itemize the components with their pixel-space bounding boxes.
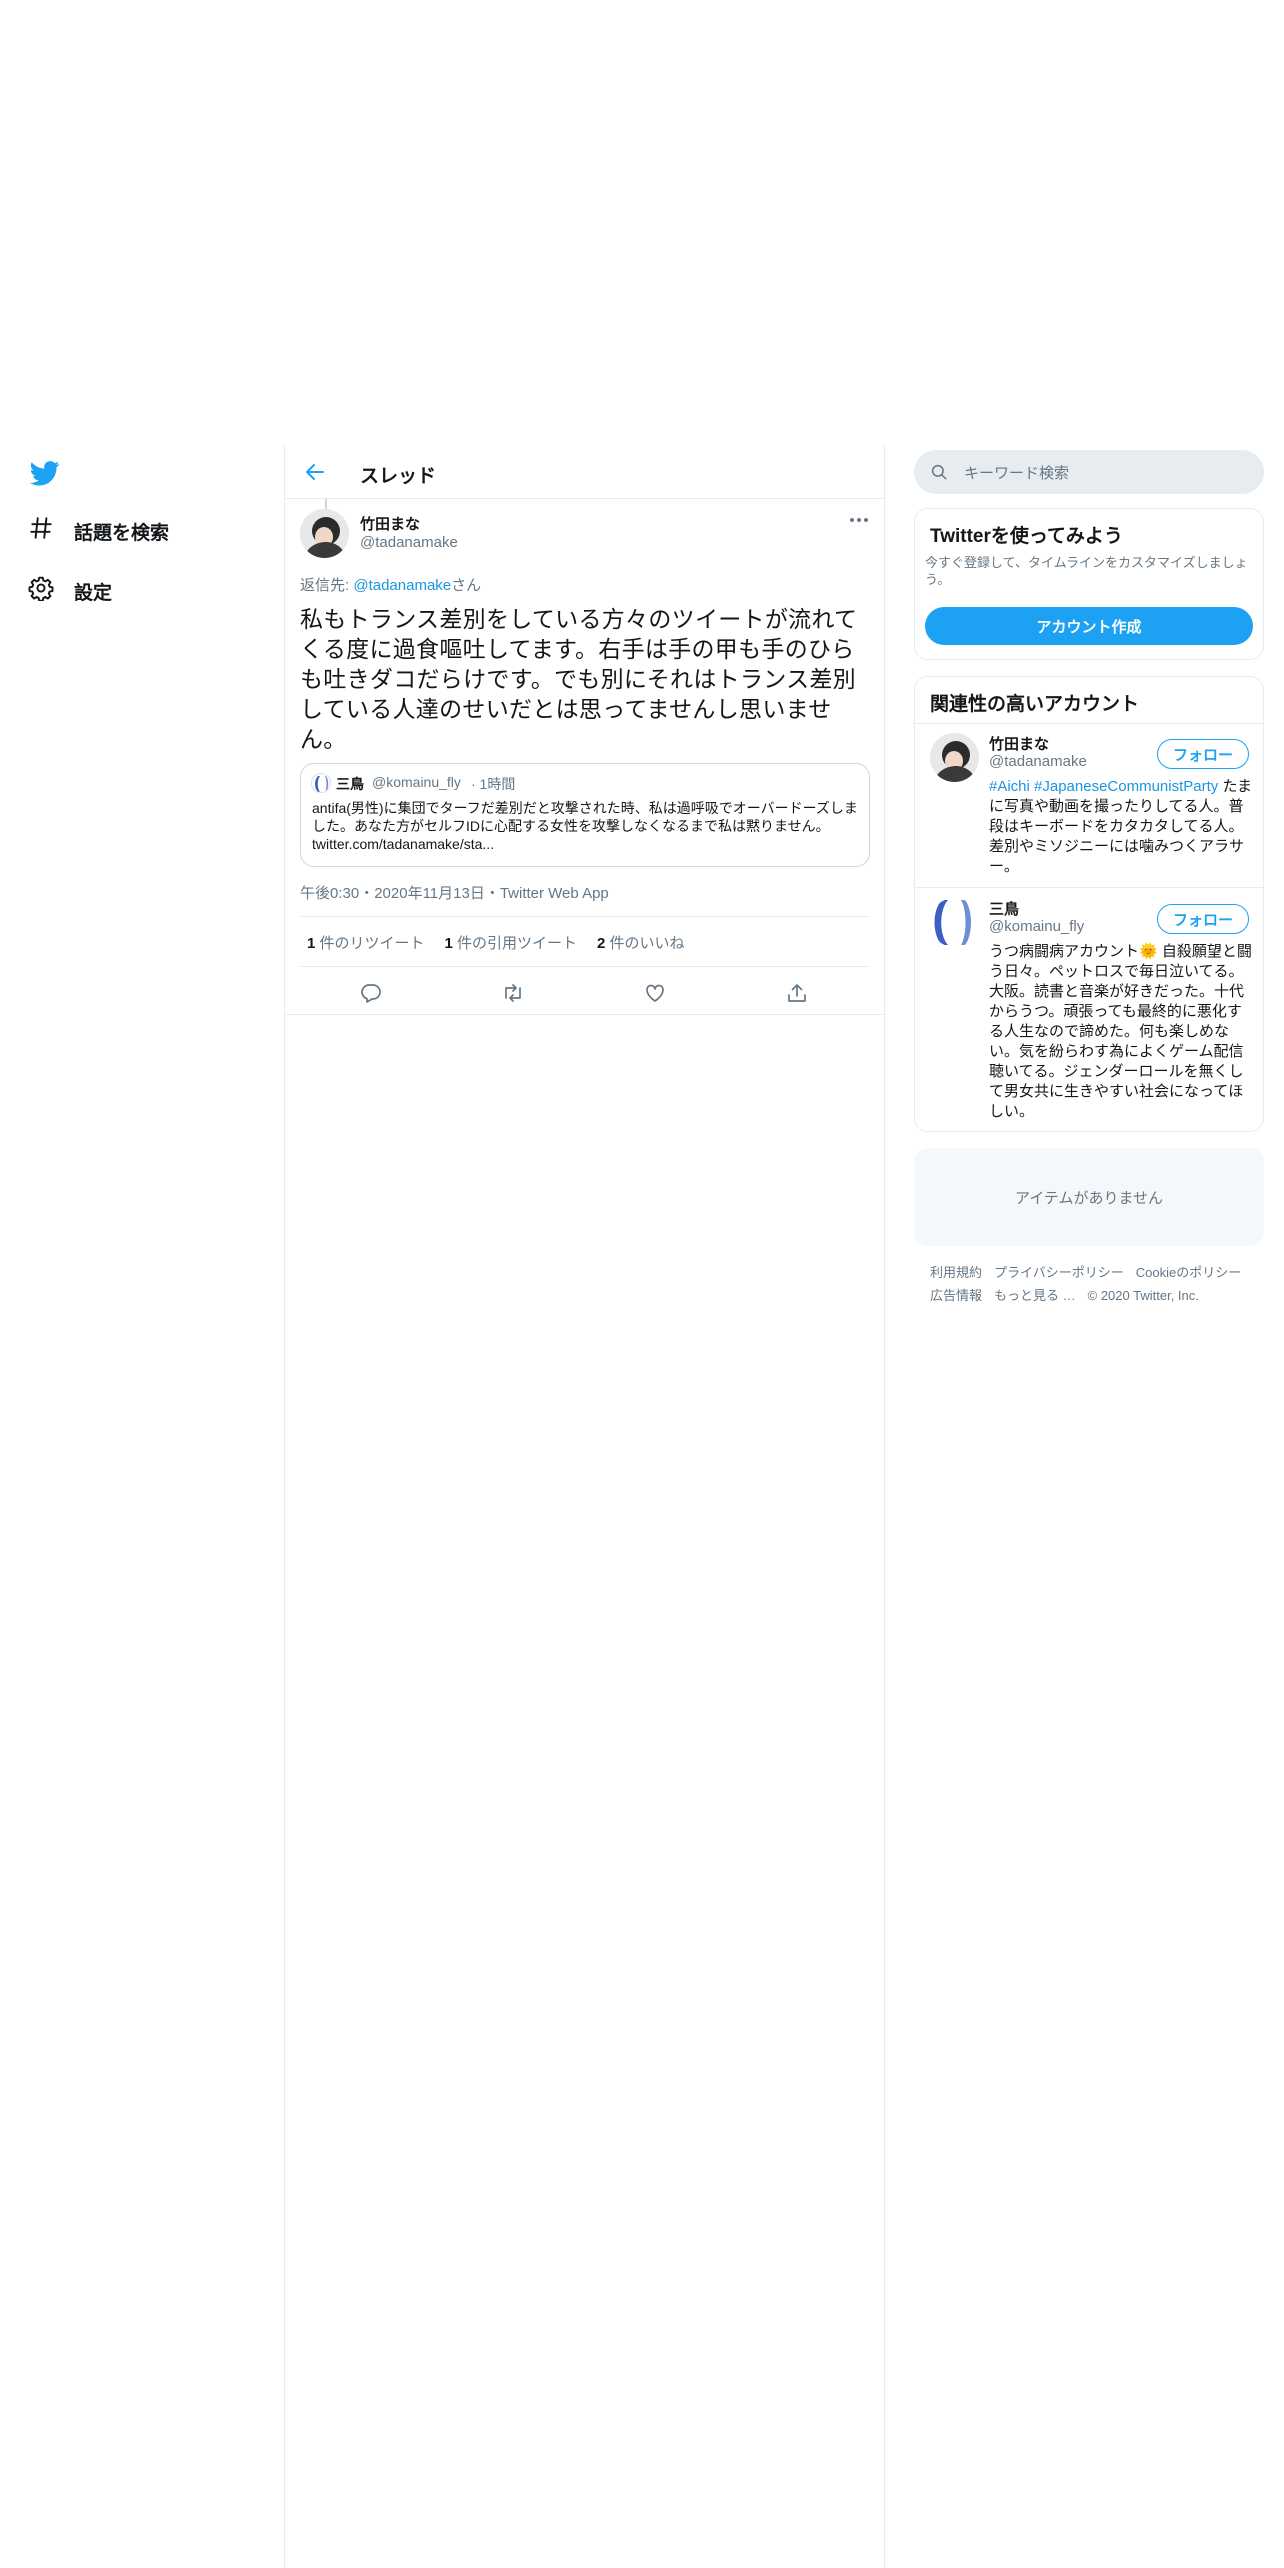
reply-icon[interactable] [359, 981, 383, 1005]
nav-settings-label: 設定 [74, 582, 113, 604]
share-icon[interactable] [785, 981, 809, 1005]
account-bio: #Aichi #JapaneseCommunistParty たまに写真や動画を… [989, 777, 1253, 877]
more-icon[interactable] [848, 509, 870, 531]
reply-to-link[interactable]: @tadanamake [353, 577, 451, 594]
retweets-stat[interactable]: 1 件のリツイート [307, 932, 425, 953]
divider [915, 723, 1263, 724]
quote-avatar [311, 773, 331, 793]
search-input[interactable]: キーワード検索 [964, 462, 1069, 483]
reply-suffix: さん [451, 577, 482, 594]
quote-time: · 1時間 [471, 776, 516, 792]
hashtag-icon [28, 515, 54, 547]
account-name[interactable]: 竹田まな [989, 733, 1049, 754]
avatar[interactable] [930, 733, 979, 782]
search-box[interactable]: キーワード検索 [914, 450, 1264, 494]
footer-link-cookies[interactable]: Cookieのポリシー [1136, 1265, 1241, 1280]
quoted-tweet[interactable]: 三鳥 @komainu_fly · 1時間 antifa(男性)に集団でターフだ… [300, 763, 870, 867]
signup-subtitle: 今すぐ登録して、タイムラインをカスタマイズしましょう。 [925, 555, 1248, 587]
likes-stat[interactable]: 2 件のいいね [597, 932, 685, 953]
divider [915, 887, 1263, 888]
quote-author-handle: @komainu_fly [372, 774, 461, 790]
search-icon [930, 463, 948, 481]
twitter-bird-icon[interactable] [28, 458, 62, 488]
reply-context: 返信先: @tadanamakeさん [300, 574, 481, 595]
author-handle[interactable]: @tadanamake [360, 534, 458, 551]
empty-message: アイテムがありません [1014, 1189, 1164, 1207]
footer: 利用規約 プライバシーポリシー Cookieのポリシー 広告情報 もっと見る …… [930, 1265, 1264, 1303]
retweet-icon[interactable] [501, 981, 525, 1005]
footer-link-more[interactable]: もっと見る … [994, 1288, 1076, 1303]
footer-link-terms[interactable]: 利用規約 [930, 1265, 982, 1280]
arrow-left-icon[interactable] [303, 460, 327, 484]
quotes-label: 件の引用ツイート [452, 935, 578, 952]
quotes-stat[interactable]: 1 件の引用ツイート [445, 932, 578, 953]
gear-icon [28, 575, 54, 607]
account-name[interactable]: 三鳥 [989, 898, 1019, 919]
nav-explore-label: 話題を検索 [74, 522, 170, 544]
tweet-stats: 1 件のリツイート 1 件の引用ツイート 2 件のいいね [307, 932, 685, 953]
retweets-label: 件のリツイート [315, 935, 425, 952]
thread-header: スレッド [285, 446, 884, 499]
likes-label: 件のいいね [605, 935, 685, 952]
tweet-timestamp[interactable]: 午後0:30・2020年11月13日・Twitter Web App [300, 882, 609, 903]
author-name[interactable]: 竹田まな [360, 513, 420, 534]
page-title: スレッド [360, 466, 437, 487]
account-bio: うつ病闘病アカウント🌞 自殺願望と闘う日々。ペットロスで毎日泣いてる。大阪。読書… [989, 943, 1252, 1120]
signup-title: Twitterを使ってみよう [930, 526, 1123, 547]
thread-line [325, 499, 327, 509]
divider [300, 966, 870, 967]
quotes-count: 1 [444, 935, 453, 952]
like-icon[interactable] [643, 981, 667, 1005]
signup-card: Twitterを使ってみよう 今すぐ登録して、タイムラインをカスタマイズしましょ… [914, 508, 1264, 660]
create-account-button[interactable]: アカウント作成 [925, 607, 1253, 645]
related-title: 関連性の高いアカウント [930, 694, 1140, 715]
nav-settings[interactable]: 設定 [28, 571, 112, 611]
account-handle[interactable]: @tadanamake [989, 753, 1087, 770]
reply-prefix: 返信先: [300, 577, 354, 594]
tweet-text: 私もトランス差別をしている方々のツイートが流れてくる度に過食嘔吐してます。右手は… [300, 606, 858, 752]
main-column: スレッド 竹田まな @tadanamake 返信先: @tadanamakeさん… [284, 446, 885, 2568]
quote-text: antifa(男性)に集団でターフだ差別だと攻撃された時、私は過呼吸でオーバード… [312, 800, 858, 852]
avatar[interactable] [930, 898, 979, 947]
divider [285, 1014, 884, 1015]
divider [300, 916, 870, 917]
footer-copyright: © 2020 Twitter, Inc. [1087, 1288, 1199, 1303]
empty-trends: アイテムがありません [914, 1148, 1264, 1246]
follow-button[interactable]: フォロー [1157, 904, 1249, 934]
bio-hashtags[interactable]: #Aichi #JapaneseCommunistParty [989, 778, 1218, 795]
related-accounts-card: 関連性の高いアカウント 竹田まな @tadanamake フォロー #Aichi… [914, 676, 1264, 1132]
nav-explore[interactable]: 話題を検索 [28, 511, 169, 551]
follow-button[interactable]: フォロー [1157, 739, 1249, 769]
avatar[interactable] [300, 509, 349, 558]
footer-link-privacy[interactable]: プライバシーポリシー [994, 1265, 1124, 1280]
account-handle[interactable]: @komainu_fly [989, 918, 1084, 935]
footer-link-ads[interactable]: 広告情報 [930, 1288, 982, 1303]
quote-author-name: 三鳥 [336, 776, 364, 792]
